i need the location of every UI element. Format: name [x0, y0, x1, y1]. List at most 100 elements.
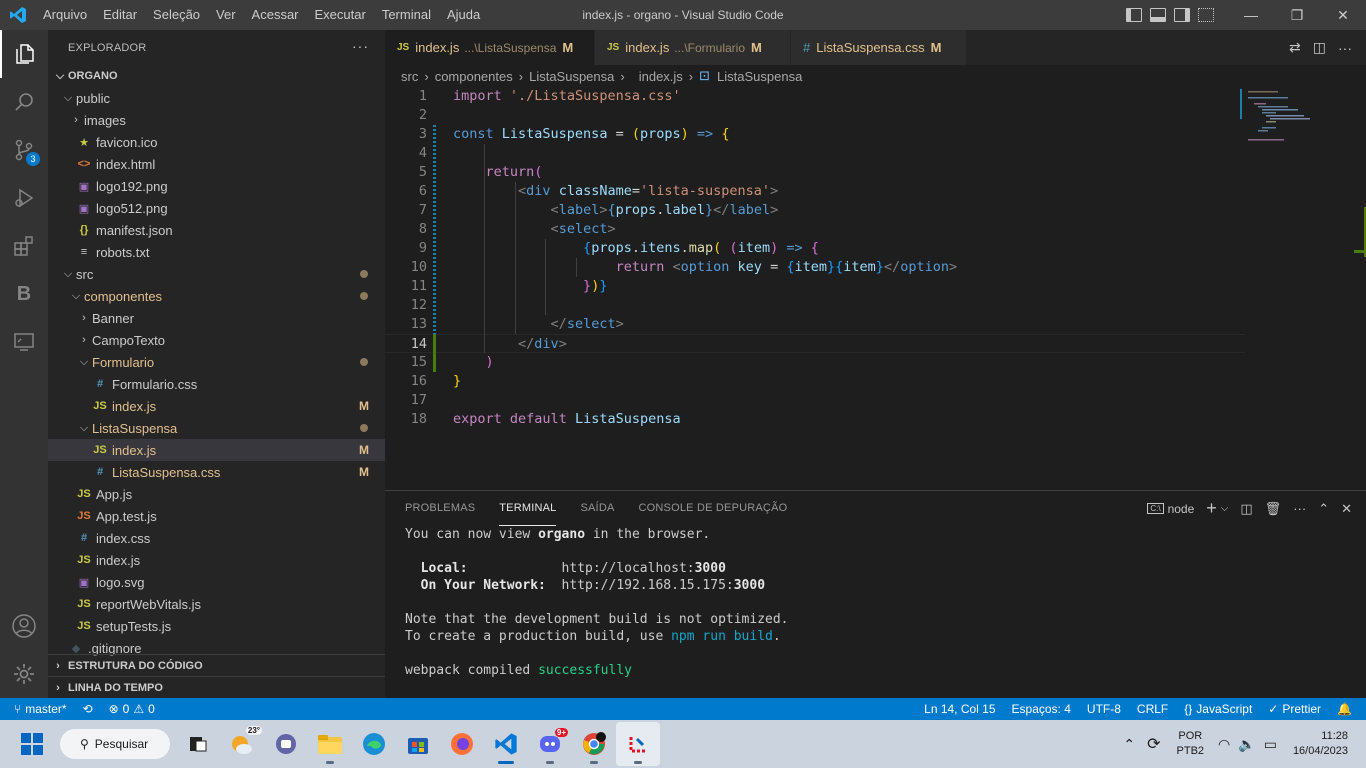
- panel-tab[interactable]: TERMINAL: [499, 491, 557, 526]
- menu-item-ver[interactable]: Ver: [208, 0, 244, 30]
- tree-folder[interactable]: ⌵ public: [48, 87, 385, 109]
- chrome-icon[interactable]: [572, 722, 616, 766]
- weather-widget-icon[interactable]: 23°: [220, 722, 264, 766]
- problems-status[interactable]: ⊗ 0 ⚠ 0: [101, 702, 163, 716]
- volume-icon[interactable]: 🔈: [1234, 736, 1259, 753]
- tree-folder[interactable]: ⌵ src: [48, 263, 385, 285]
- open-changes-icon[interactable]: ⇄: [1289, 39, 1301, 56]
- tree-folder[interactable]: › images: [48, 109, 385, 131]
- breadcrumb-item[interactable]: index.js: [639, 69, 683, 84]
- breadcrumb-item[interactable]: ListaSuspensa: [529, 69, 614, 84]
- chevron-down-icon[interactable]: ⌵: [1221, 503, 1229, 514]
- tree-file[interactable]: {} manifest.json: [48, 219, 385, 241]
- breadcrumb-item[interactable]: ListaSuspensa: [717, 69, 802, 84]
- teams-chat-icon[interactable]: [264, 722, 308, 766]
- sync-status[interactable]: ⟲: [75, 702, 101, 716]
- menu-item-executar[interactable]: Executar: [307, 0, 374, 30]
- wifi-icon[interactable]: ◠: [1214, 736, 1234, 753]
- file-explorer-icon[interactable]: [308, 722, 352, 766]
- search-icon[interactable]: [0, 78, 48, 126]
- menu-item-editar[interactable]: Editar: [95, 0, 145, 30]
- firefox-icon[interactable]: [440, 722, 484, 766]
- bookmark-extension-icon[interactable]: B: [0, 270, 48, 318]
- workspace-root[interactable]: ⌵ ORGANO: [48, 65, 385, 87]
- kill-terminal-icon[interactable]: 🗑: [1265, 501, 1282, 517]
- tree-file[interactable]: JS index.js M: [48, 439, 385, 461]
- battery-icon[interactable]: ▭: [1260, 736, 1281, 753]
- windows-start-icon[interactable]: [8, 720, 56, 768]
- indentation[interactable]: Espaços: 4: [1004, 702, 1079, 716]
- snipping-tool-icon[interactable]: [616, 722, 660, 766]
- menu-item-arquivo[interactable]: Arquivo: [35, 0, 95, 30]
- microsoft-store-icon[interactable]: [396, 722, 440, 766]
- toggle-primary-sidebar-icon[interactable]: [1126, 8, 1142, 22]
- extensions-icon[interactable]: [0, 222, 48, 270]
- tree-folder[interactable]: ⌵ componentes: [48, 285, 385, 307]
- toggle-secondary-sidebar-icon[interactable]: [1174, 8, 1190, 22]
- menu-item-ajuda[interactable]: Ajuda: [439, 0, 488, 30]
- line-ending[interactable]: CRLF: [1129, 702, 1176, 716]
- edge-browser-icon[interactable]: [352, 722, 396, 766]
- discord-icon[interactable]: 9+: [528, 722, 572, 766]
- tree-file[interactable]: JS reportWebVitals.js: [48, 593, 385, 615]
- remote-explorer-icon[interactable]: [0, 318, 48, 366]
- explorer-icon[interactable]: [0, 30, 48, 78]
- language-mode[interactable]: {} JavaScript: [1176, 702, 1260, 716]
- cursor-position[interactable]: Ln 14, Col 15: [916, 702, 1003, 716]
- split-terminal-icon[interactable]: ◫: [1240, 501, 1252, 517]
- more-actions-icon[interactable]: ···: [1338, 40, 1352, 56]
- breadcrumb-item[interactable]: componentes: [435, 69, 513, 84]
- more-actions-icon[interactable]: ···: [352, 38, 369, 54]
- terminal-shell-label[interactable]: node: [1168, 502, 1195, 516]
- tree-file[interactable]: JS index.js M: [48, 395, 385, 417]
- panel-tab[interactable]: SAÍDA: [580, 491, 614, 526]
- editor-tab[interactable]: JS index.js ...\ListaSuspensa M: [385, 30, 595, 65]
- tree-file[interactable]: # ListaSuspensa.css M: [48, 461, 385, 483]
- tree-file[interactable]: JS index.js: [48, 549, 385, 571]
- restore-button[interactable]: ❐: [1274, 0, 1320, 30]
- source-control-icon[interactable]: 3: [0, 126, 48, 174]
- tree-file[interactable]: ▣ logo.svg: [48, 571, 385, 593]
- breadcrumb-item[interactable]: src: [401, 69, 418, 84]
- system-clock[interactable]: 11:28 16/04/2023: [1281, 729, 1366, 759]
- tree-file[interactable]: ★ favicon.ico: [48, 131, 385, 153]
- tree-file[interactable]: ▣ logo512.png: [48, 197, 385, 219]
- tree-folder[interactable]: › CampoTexto: [48, 329, 385, 351]
- notifications-bell-icon[interactable]: 🔔: [1329, 702, 1366, 716]
- taskbar-search[interactable]: ⚲ Pesquisar: [60, 729, 170, 759]
- split-editor-icon[interactable]: ◫: [1313, 39, 1326, 56]
- panel-tab[interactable]: CONSOLE DE DEPURAÇÃO: [639, 491, 788, 526]
- tree-file[interactable]: JS App.js: [48, 483, 385, 505]
- close-button[interactable]: ✕: [1320, 0, 1366, 30]
- terminal-output[interactable]: You can now view organo in the browser. …: [405, 526, 789, 679]
- onedrive-sync-icon[interactable]: ⟳: [1141, 734, 1166, 754]
- encoding[interactable]: UTF-8: [1079, 702, 1129, 716]
- run-debug-icon[interactable]: [0, 174, 48, 222]
- tree-folder[interactable]: ⌵ Formulario: [48, 351, 385, 373]
- customize-layout-icon[interactable]: [1198, 8, 1214, 22]
- editor-tab[interactable]: # ListaSuspensa.css M: [791, 30, 967, 65]
- input-language[interactable]: POR PTB2: [1167, 729, 1215, 759]
- tree-file[interactable]: JS setupTests.js: [48, 615, 385, 637]
- show-hidden-icons-icon[interactable]: ⌃: [1117, 736, 1141, 753]
- minimize-button[interactable]: —: [1228, 0, 1274, 30]
- tree-file[interactable]: ▣ logo192.png: [48, 175, 385, 197]
- menu-item-seleção[interactable]: Seleção: [145, 0, 208, 30]
- editor-scrollbar[interactable]: [1352, 87, 1366, 490]
- vscode-taskbar-icon[interactable]: [484, 722, 528, 766]
- tree-file[interactable]: <> index.html: [48, 153, 385, 175]
- code-editor[interactable]: 1 import './ListaSuspensa.css' 2 3 const Lis…: [385, 87, 1366, 490]
- outline-section-header[interactable]: › ESTRUTURA DO CÓDIGO: [48, 654, 385, 676]
- tree-file[interactable]: # index.css: [48, 527, 385, 549]
- prettier-status[interactable]: ✓ Prettier: [1260, 702, 1329, 716]
- tree-folder[interactable]: ⌵ ListaSuspensa: [48, 417, 385, 439]
- branch-status[interactable]: ⑂ master*: [0, 702, 75, 716]
- editor-tab[interactable]: JS index.js ...\Formulario M: [595, 30, 791, 65]
- menu-item-acessar[interactable]: Acessar: [244, 0, 307, 30]
- task-view-icon[interactable]: [176, 722, 220, 766]
- settings-gear-icon[interactable]: [0, 650, 48, 698]
- tree-file[interactable]: JS App.test.js: [48, 505, 385, 527]
- account-icon[interactable]: [0, 602, 48, 650]
- maximize-panel-icon[interactable]: ⌃: [1318, 501, 1329, 517]
- tree-folder[interactable]: › Banner: [48, 307, 385, 329]
